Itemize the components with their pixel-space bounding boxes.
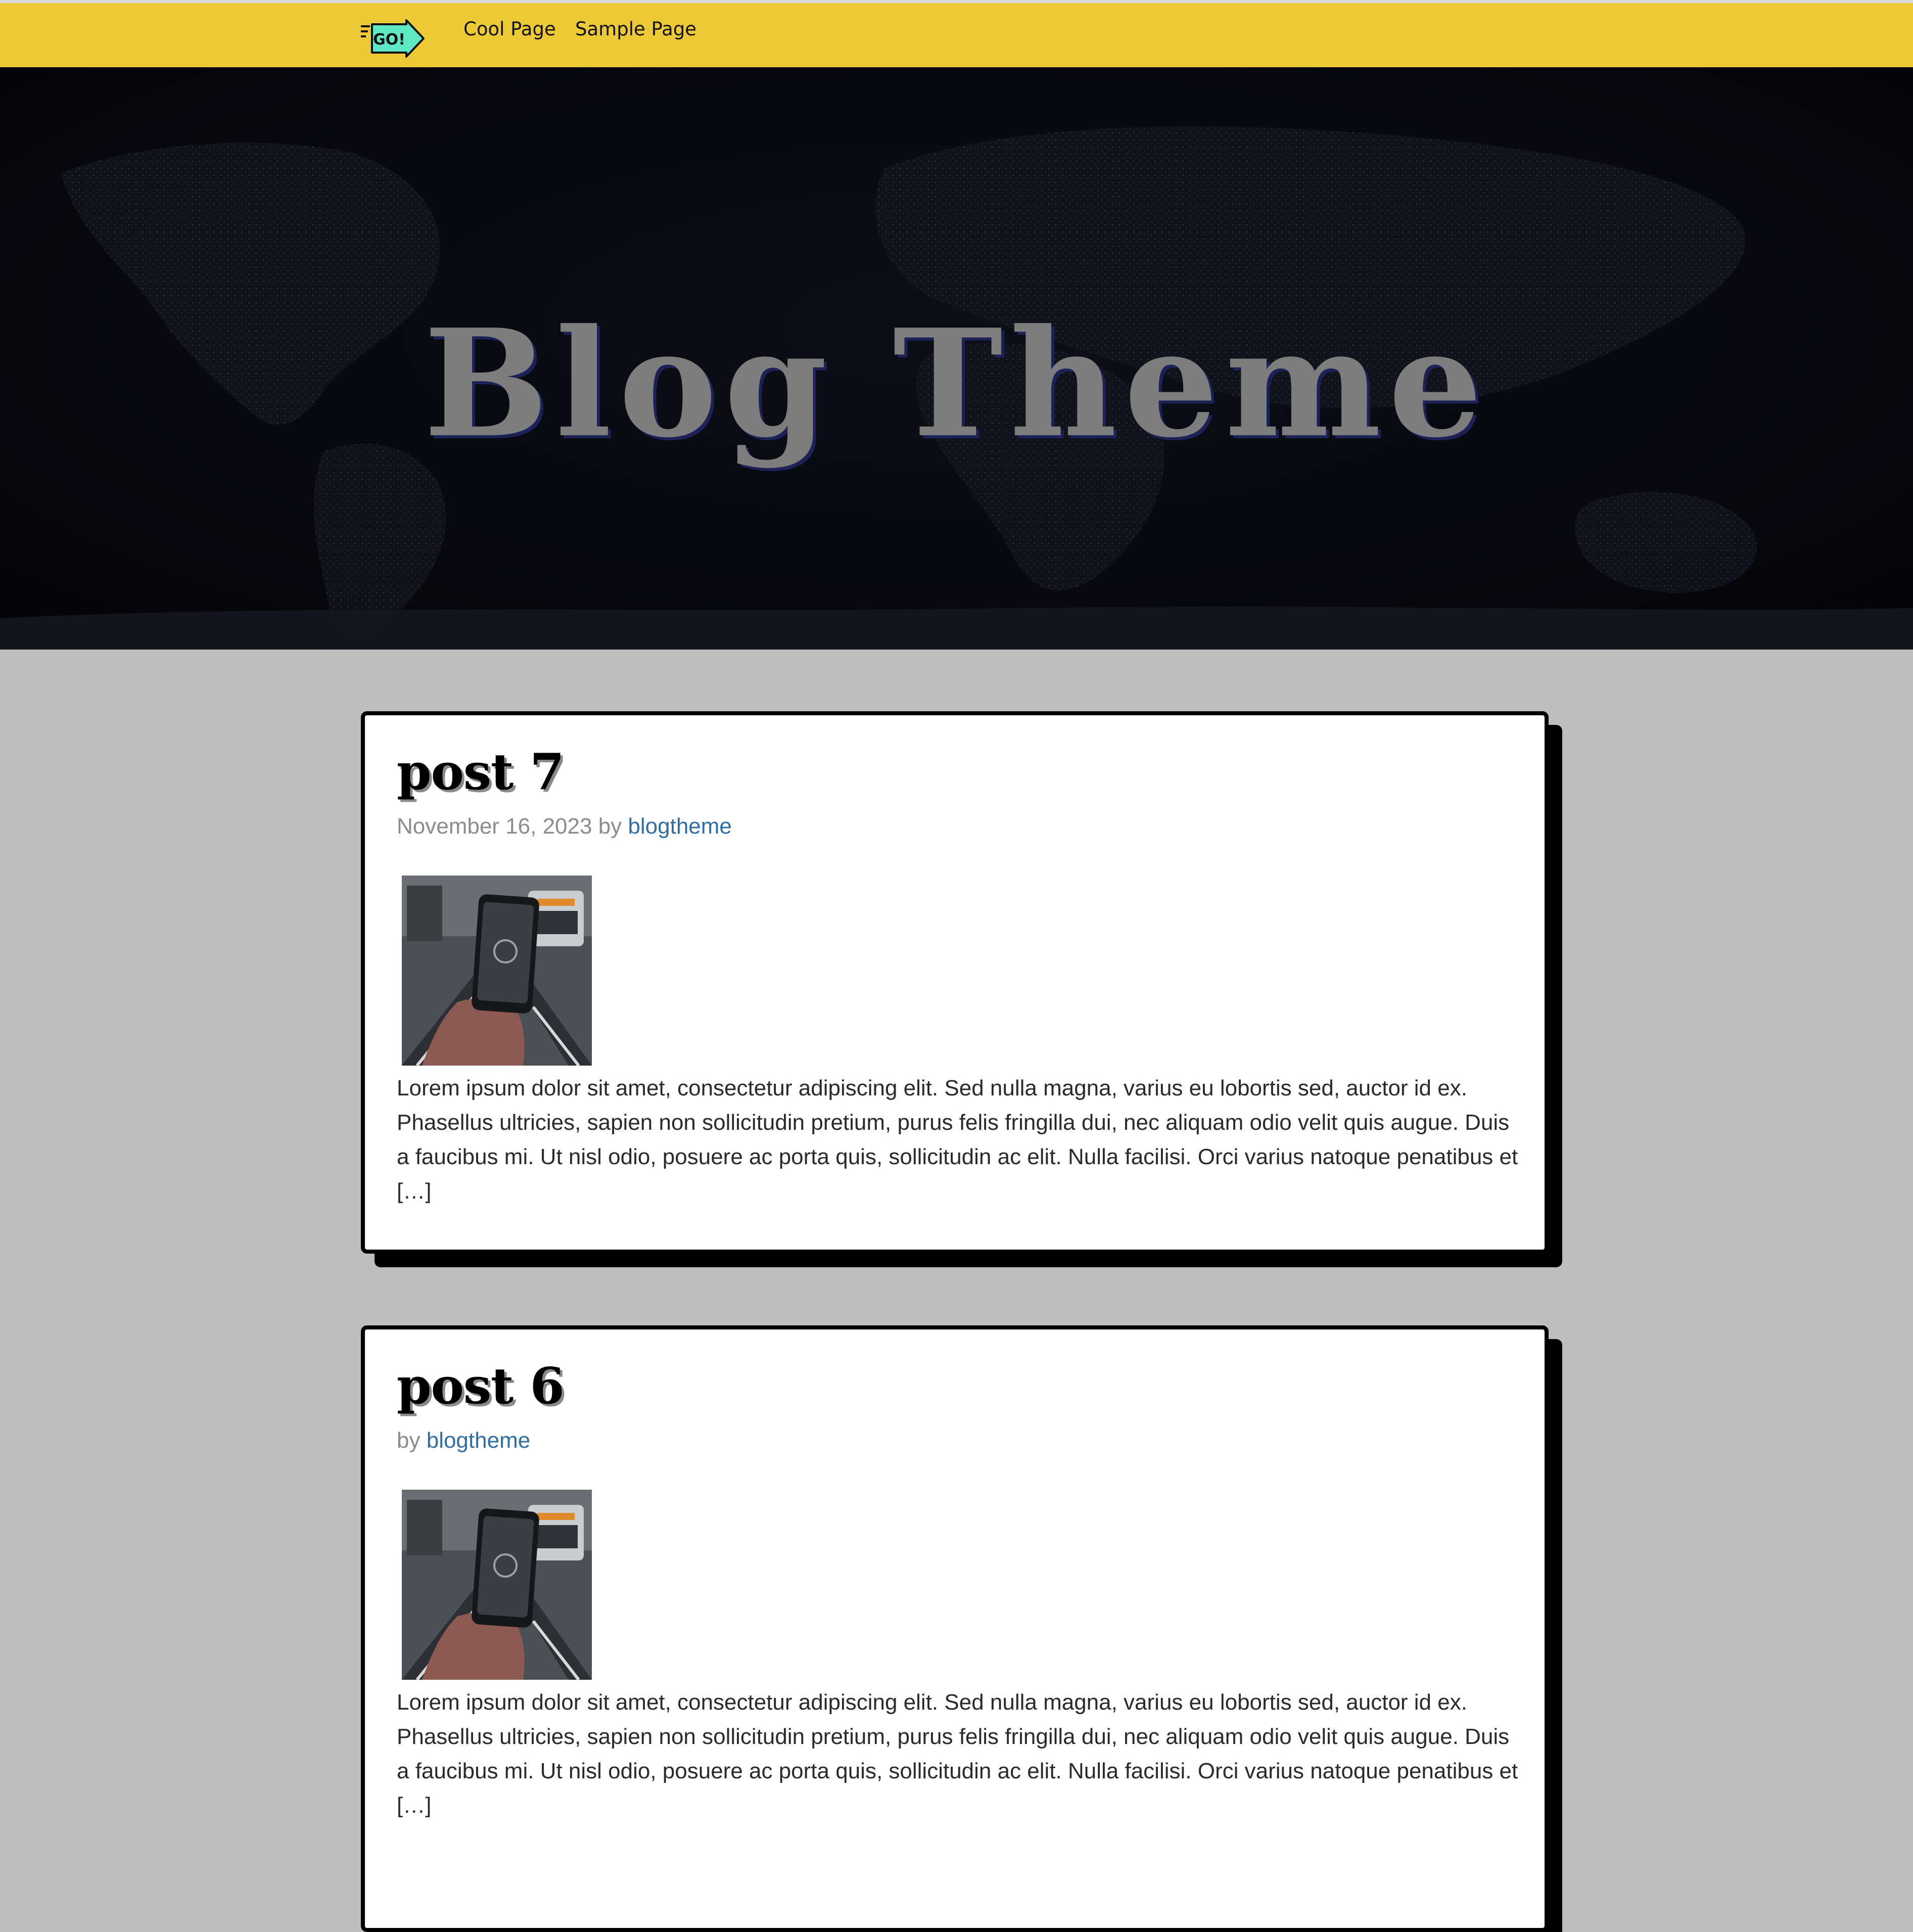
phone-in-hand-photo	[402, 876, 592, 1066]
go-logo-icon: GO!	[361, 19, 425, 58]
post-date: November 16, 2023	[397, 814, 592, 839]
site-title: Blog Theme	[424, 297, 1489, 470]
site-logo[interactable]: GO!	[360, 19, 426, 58]
post-title[interactable]: post 7	[397, 748, 565, 797]
post-card: post 6 by blogtheme Lorem ipsum dolor si…	[361, 1325, 1549, 1932]
post-meta: November 16, 2023 by blogtheme	[397, 814, 732, 839]
post-card: post 7 November 16, 2023 by blogtheme Lo…	[361, 711, 1549, 1254]
post-title[interactable]: post 6	[397, 1362, 565, 1411]
nav-link-cool-page[interactable]: Cool Page	[463, 18, 556, 40]
logo-text: GO!	[373, 31, 405, 49]
post-by-label: by	[397, 1428, 421, 1453]
post-author-link[interactable]: blogtheme	[628, 814, 731, 839]
post-meta: by blogtheme	[397, 1428, 530, 1453]
post-by-label: by	[598, 814, 622, 839]
post-excerpt: Lorem ipsum dolor sit amet, consectetur …	[397, 1076, 1518, 1204]
hero-banner: Blog Theme	[0, 67, 1913, 650]
post-thumbnail[interactable]	[402, 1490, 592, 1680]
post-author-link[interactable]: blogtheme	[427, 1428, 530, 1453]
phone-in-hand-photo	[402, 1490, 592, 1680]
post-thumbnail[interactable]	[402, 876, 592, 1066]
post-excerpt: Lorem ipsum dolor sit amet, consectetur …	[397, 1690, 1518, 1818]
nav-link-sample-page[interactable]: Sample Page	[575, 18, 696, 40]
top-nav-bar: GO! Cool Page Sample Page	[0, 0, 1913, 67]
